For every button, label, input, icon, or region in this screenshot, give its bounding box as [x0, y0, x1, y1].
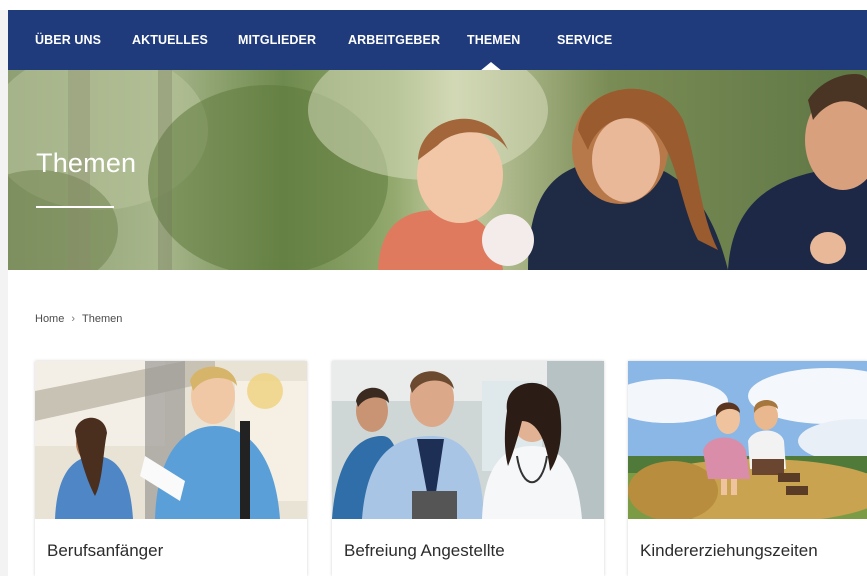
breadcrumb-current: Themen [82, 313, 123, 325]
hero-photo-family [8, 70, 867, 270]
window-left-edge [0, 10, 8, 576]
page-title: Themen [36, 148, 137, 178]
topic-card-kindererziehungszeiten[interactable]: Kindererziehungszeiten [628, 361, 867, 576]
window-top-edge [0, 0, 867, 10]
card-title: Befreiung Angestellte [344, 541, 505, 560]
card-title: Kindererziehungszeiten [640, 541, 818, 560]
breadcrumb: Home › Themen [35, 313, 122, 325]
hero-banner: Themen [8, 70, 867, 270]
breadcrumb-home[interactable]: Home [35, 313, 64, 325]
nav-item-arbeitgeber[interactable]: ARBEITGEBER [348, 33, 440, 47]
card-title: Berufsanfänger [47, 541, 164, 560]
card-image-doctors [332, 361, 604, 519]
card-image-children-haybale [628, 361, 867, 519]
nav-item-aktuelles[interactable]: AKTUELLES [132, 33, 208, 47]
topic-card-berufsanfaenger[interactable]: Berufsanfänger [35, 361, 307, 576]
nav-item-themen[interactable]: THEMEN [467, 33, 520, 47]
card-image-nurse [35, 361, 307, 519]
nav-item-mitglieder[interactable]: MITGLIEDER [238, 33, 316, 47]
main-navigation: ÜBER UNS AKTUELLES MITGLIEDER ARBEITGEBE… [8, 10, 867, 71]
breadcrumb-separator: › [71, 313, 76, 325]
title-underline [36, 206, 114, 208]
topic-card-befreiung-angestellte[interactable]: Befreiung Angestellte [332, 361, 604, 576]
nav-item-ueber-uns[interactable]: ÜBER UNS [35, 33, 101, 47]
nav-item-service[interactable]: SERVICE [557, 33, 612, 47]
